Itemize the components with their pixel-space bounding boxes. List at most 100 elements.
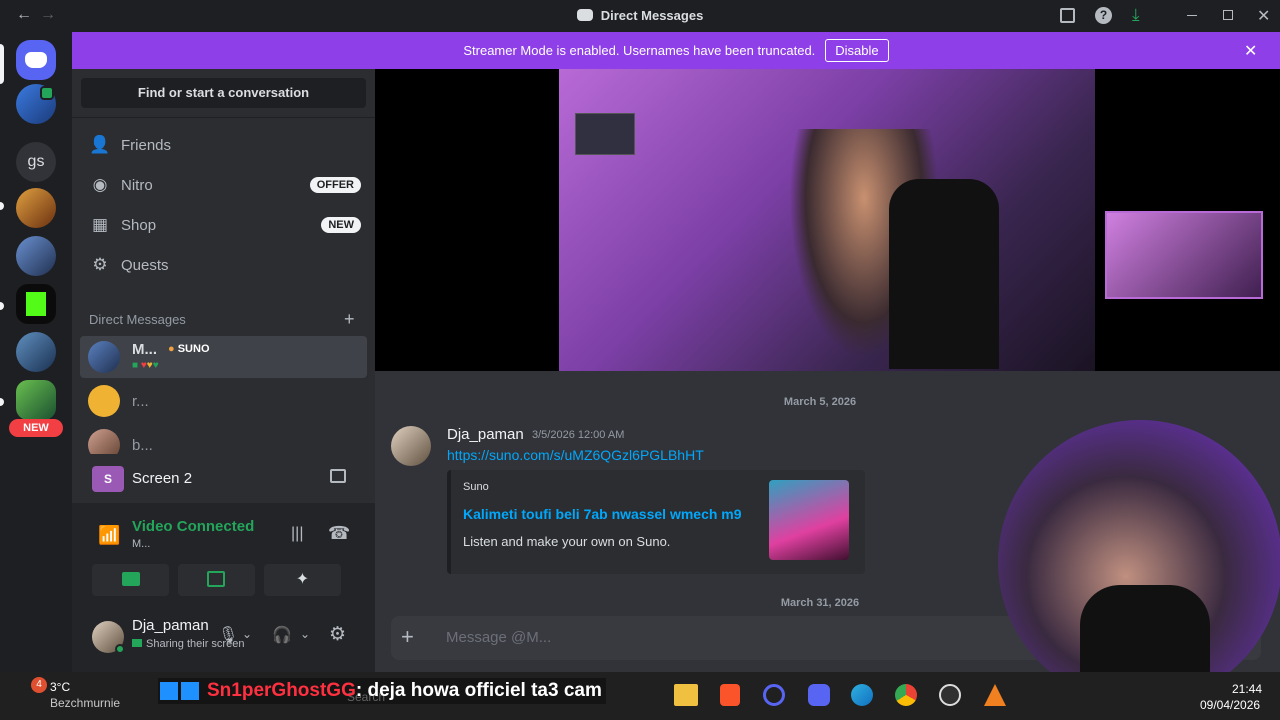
noise-suppression-icon[interactable]: ||| xyxy=(291,525,303,543)
brave-browser-icon[interactable] xyxy=(720,684,740,706)
disconnect-icon[interactable]: ☎ xyxy=(328,523,350,544)
microphone-icon[interactable]: 🎙 xyxy=(218,625,238,645)
clock-date[interactable]: 09/04/2026 xyxy=(1200,698,1260,712)
sidebar-divider xyxy=(72,117,375,118)
chrome-browser-icon[interactable] xyxy=(895,684,917,706)
screen-share-row[interactable]: S Screen 2 xyxy=(72,455,375,503)
new-badge: NEW xyxy=(9,419,63,437)
dm-name-3: b... xyxy=(132,437,153,454)
vlc-icon[interactable] xyxy=(984,684,1006,706)
camera-button[interactable] xyxy=(92,564,169,596)
headphones-icon[interactable]: 🎧 xyxy=(272,625,292,645)
embed-title[interactable]: Kalimeti toufi beli 7ab nwassel wmech m9 xyxy=(463,506,742,522)
dm-item-3[interactable]: b... xyxy=(80,424,367,454)
download-icon[interactable]: ⤓ xyxy=(1132,5,1140,25)
create-dm-plus-icon[interactable]: + xyxy=(344,309,355,330)
screen-share-button[interactable] xyxy=(178,564,255,596)
message-avatar[interactable] xyxy=(391,426,431,466)
dm-item-1[interactable]: M... ● SUNO ■ ♥♥♥ xyxy=(80,336,367,378)
dm-item-2[interactable]: r... xyxy=(80,380,367,422)
app-circle-icon[interactable] xyxy=(763,684,785,706)
disable-streamer-mode-button[interactable]: Disable xyxy=(825,39,889,62)
nav-quests-label: Quests xyxy=(121,256,169,274)
kick-logo-icon xyxy=(26,292,46,316)
obs-icon[interactable] xyxy=(939,684,961,706)
nav-shop-label: Shop xyxy=(121,216,157,234)
unread-indicator-3 xyxy=(0,398,4,406)
settings-gear-icon[interactable]: ⚙ xyxy=(329,623,346,646)
title-bar: ← → Direct Messages ? ⤓ ✕ xyxy=(0,0,1280,32)
caption-icon-1 xyxy=(160,682,178,700)
nav-quests[interactable]: ⚙ Quests xyxy=(80,247,367,283)
dm-avatar-3 xyxy=(88,429,120,454)
server-gs[interactable]: gs xyxy=(16,142,56,182)
find-conversation-button[interactable]: Find or start a conversation xyxy=(81,78,366,108)
nav-shop[interactable]: ▦ Shop NEW xyxy=(80,207,367,243)
edge-browser-icon[interactable] xyxy=(851,684,873,706)
offer-badge: OFFER xyxy=(309,177,361,193)
file-explorer-icon[interactable] xyxy=(674,684,698,706)
server-avatar-2[interactable] xyxy=(16,188,56,228)
server-avatar-4[interactable] xyxy=(16,332,56,372)
embed-description: Listen and make your own on Suno. xyxy=(463,534,671,549)
window-title-wrap: Direct Messages xyxy=(0,8,1280,23)
attach-plus-icon[interactable]: + xyxy=(401,624,414,650)
discord-small-icon xyxy=(576,9,593,21)
friends-icon: 👤 xyxy=(89,135,111,154)
date-divider-1: March 5, 2026 xyxy=(783,396,857,408)
video-connected-status[interactable]: Video Connected xyxy=(132,518,254,535)
server-avatar-3[interactable] xyxy=(16,236,56,276)
stream-badge-icon xyxy=(40,86,54,100)
screen-title: Screen 2 xyxy=(132,470,193,487)
activities-icon: ✦ xyxy=(295,571,310,588)
message-author[interactable]: Dja_paman xyxy=(447,426,524,443)
stream-video xyxy=(559,69,1095,371)
close-window-icon[interactable]: ✕ xyxy=(1257,6,1270,26)
signal-icon: 📶 xyxy=(98,525,121,545)
inbox-icon[interactable] xyxy=(1060,8,1075,23)
stop-screen-icon[interactable] xyxy=(330,469,346,483)
embed-provider: Suno xyxy=(463,481,489,493)
quests-icon: ⚙ xyxy=(92,255,108,274)
nitro-icon: ◉ xyxy=(92,175,108,194)
dm-avatar-2 xyxy=(88,385,120,417)
nav-friends-label: Friends xyxy=(121,136,172,154)
activities-button[interactable]: ✦ xyxy=(264,564,341,596)
voice-panel: S Screen 2 📶 Video Connected M... ||| ☎ … xyxy=(72,455,375,672)
unread-indicator-2 xyxy=(0,302,4,310)
screen-status-icon xyxy=(132,639,142,647)
link-embed: Suno Kalimeti toufi beli 7ab nwassel wme… xyxy=(447,470,865,574)
embed-thumbnail[interactable] xyxy=(769,480,849,560)
shop-icon: ▦ xyxy=(91,215,109,234)
nav-friends[interactable]: 👤 Friends xyxy=(80,127,367,163)
user-name: Dja_paman xyxy=(132,617,209,634)
server-avatar-5[interactable] xyxy=(16,380,56,420)
mic-options-chevron-icon[interactable]: ⌄ xyxy=(242,627,252,641)
weather-label: Bezchmurnie xyxy=(50,696,121,710)
dm-avatar-1 xyxy=(88,341,120,373)
screen-app-icon: S xyxy=(92,466,124,492)
minimize-icon[interactable] xyxy=(1187,15,1197,16)
message-timestamp: 3/5/2026 12:00 AM xyxy=(532,429,625,441)
discord-logo-icon xyxy=(25,52,47,68)
server-kick[interactable] xyxy=(16,284,56,324)
dm-name-1: M... xyxy=(132,341,157,358)
camera-pip[interactable] xyxy=(1105,211,1263,299)
maximize-icon[interactable] xyxy=(1223,10,1233,20)
close-banner-icon[interactable]: ✕ xyxy=(1244,41,1257,61)
home-discord-icon[interactable] xyxy=(16,40,56,80)
server-rail: gs NEW xyxy=(0,32,72,672)
facecam-overlay xyxy=(998,420,1280,704)
discord-taskbar-icon[interactable] xyxy=(808,684,830,706)
clock-time[interactable]: 21:44 xyxy=(1232,682,1262,696)
window-title: Direct Messages xyxy=(600,8,704,23)
stream-inner-preview xyxy=(575,113,635,155)
online-status-icon xyxy=(115,644,125,654)
weather-alert-badge: 4 xyxy=(31,677,47,693)
help-icon[interactable]: ? xyxy=(1095,7,1112,24)
message-link[interactable]: https://suno.com/s/uMZ6QGzl6PGLBhHT xyxy=(447,447,704,463)
deafen-options-chevron-icon[interactable]: ⌄ xyxy=(300,627,310,641)
nav-nitro[interactable]: ◉ Nitro OFFER xyxy=(80,167,367,203)
streamer-jersey xyxy=(889,179,999,369)
weather-temp[interactable]: 3°C xyxy=(50,680,70,694)
